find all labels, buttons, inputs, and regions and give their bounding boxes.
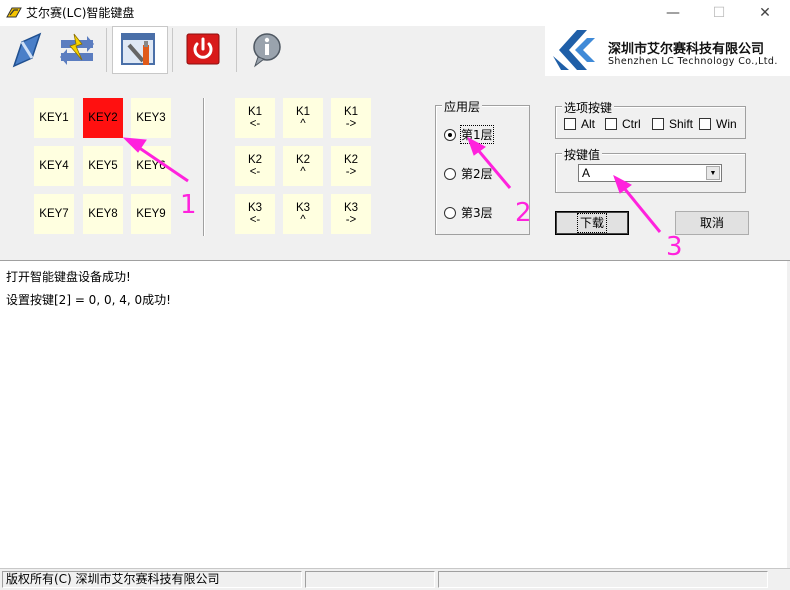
log-output[interactable]: 打开智能键盘设备成功! 设置按键[2] = 0, 0, 4, 0成功! xyxy=(0,260,790,569)
annotation-arrow-2 xyxy=(476,149,512,189)
annotation-arrowhead-2 xyxy=(467,136,486,156)
status-cell-empty xyxy=(305,571,435,588)
annotation-arrow-1 xyxy=(137,145,189,183)
annotation-overlay xyxy=(122,136,662,233)
log-line: 设置按键[2] = 0, 0, 4, 0成功! xyxy=(6,293,171,307)
status-copyright: 版权所有(C) 深圳市艾尔赛科技有限公司 xyxy=(2,571,302,588)
annotation-label-1: 1 xyxy=(180,190,197,220)
annotation-label-2: 2 xyxy=(515,198,532,228)
status-cell-empty xyxy=(438,571,768,588)
annotation-arrow-3 xyxy=(622,187,662,233)
annotation-label-3: 3 xyxy=(666,232,683,262)
log-line: 打开智能键盘设备成功! xyxy=(6,270,131,284)
status-bar: 版权所有(C) 深圳市艾尔赛科技有限公司 xyxy=(0,568,790,590)
annotation-arrowhead-3 xyxy=(613,174,632,194)
